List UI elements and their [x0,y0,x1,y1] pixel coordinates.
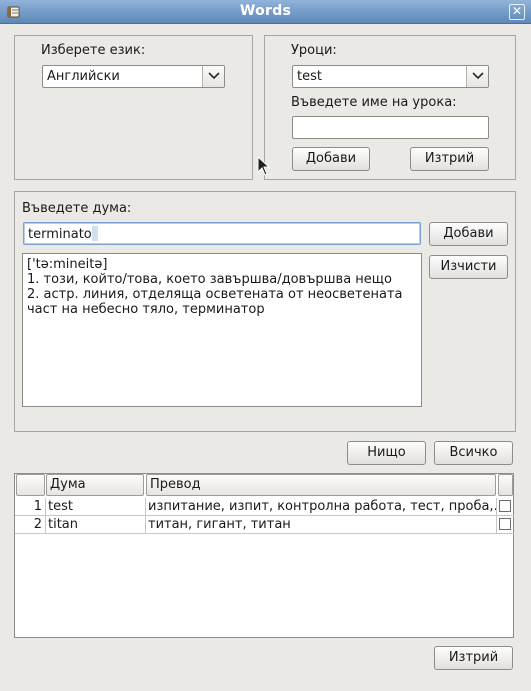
delete-words-button[interactable]: Изтрий [434,646,513,670]
language-select[interactable]: Английски [42,65,225,88]
lesson-name-label: Въведете име на урока: [291,95,457,110]
words-table[interactable]: Дума Превод 1 test изпитание, изпит, кон… [14,473,514,638]
definition-textarea[interactable]: ['tə:mineitə] 1. този, който/това, което… [22,253,422,407]
language-label: Изберете език: [41,43,146,58]
lesson-select[interactable]: test [292,65,489,88]
language-selected-value: Английски [47,69,120,84]
text-caret [91,226,98,241]
table-row[interactable]: 2 titan титан, гигант, титан [15,516,514,534]
mouse-pointer-icon [257,155,271,180]
chevron-down-icon[interactable] [466,66,488,87]
column-header-check[interactable] [498,474,513,496]
table-row[interactable]: 1 test изпитание, изпит, контролна работ… [15,498,514,516]
column-header-word[interactable]: Дума [46,474,144,496]
word-input-value: terminato [28,226,98,242]
title-bar: Words ✕ [0,0,531,24]
column-header-num[interactable] [16,474,45,496]
select-all-button[interactable]: Всичко [434,441,513,465]
lessons-label: Уроци: [291,43,337,58]
row-check-cell[interactable] [497,516,514,534]
column-header-translation[interactable]: Превод [146,474,496,496]
word-label: Въведете дума: [22,201,132,216]
lesson-selected-value: test [297,69,322,84]
row-check-cell[interactable] [497,498,514,516]
row-checkbox[interactable] [499,518,511,530]
row-checkbox[interactable] [499,500,511,512]
close-icon[interactable]: ✕ [509,4,525,20]
row-translation[interactable]: титан, гигант, титан [146,516,497,534]
add-lesson-button[interactable]: Добави [292,147,370,171]
window-title: Words [239,3,292,19]
lesson-name-input[interactable] [292,116,489,139]
delete-lesson-button[interactable]: Изтрий [410,147,489,171]
row-number: 2 [15,516,46,534]
row-number: 1 [15,498,46,516]
clear-word-button[interactable]: Изчисти [429,255,508,279]
chevron-down-icon[interactable] [202,66,224,87]
word-input[interactable]: terminato [23,222,421,245]
select-none-button[interactable]: Нищо [347,441,426,465]
row-translation[interactable]: изпитание, изпит, контролна работа, тест… [146,498,497,516]
add-word-button[interactable]: Добави [429,222,508,246]
row-word[interactable]: test [46,498,146,516]
row-word[interactable]: titan [46,516,146,534]
